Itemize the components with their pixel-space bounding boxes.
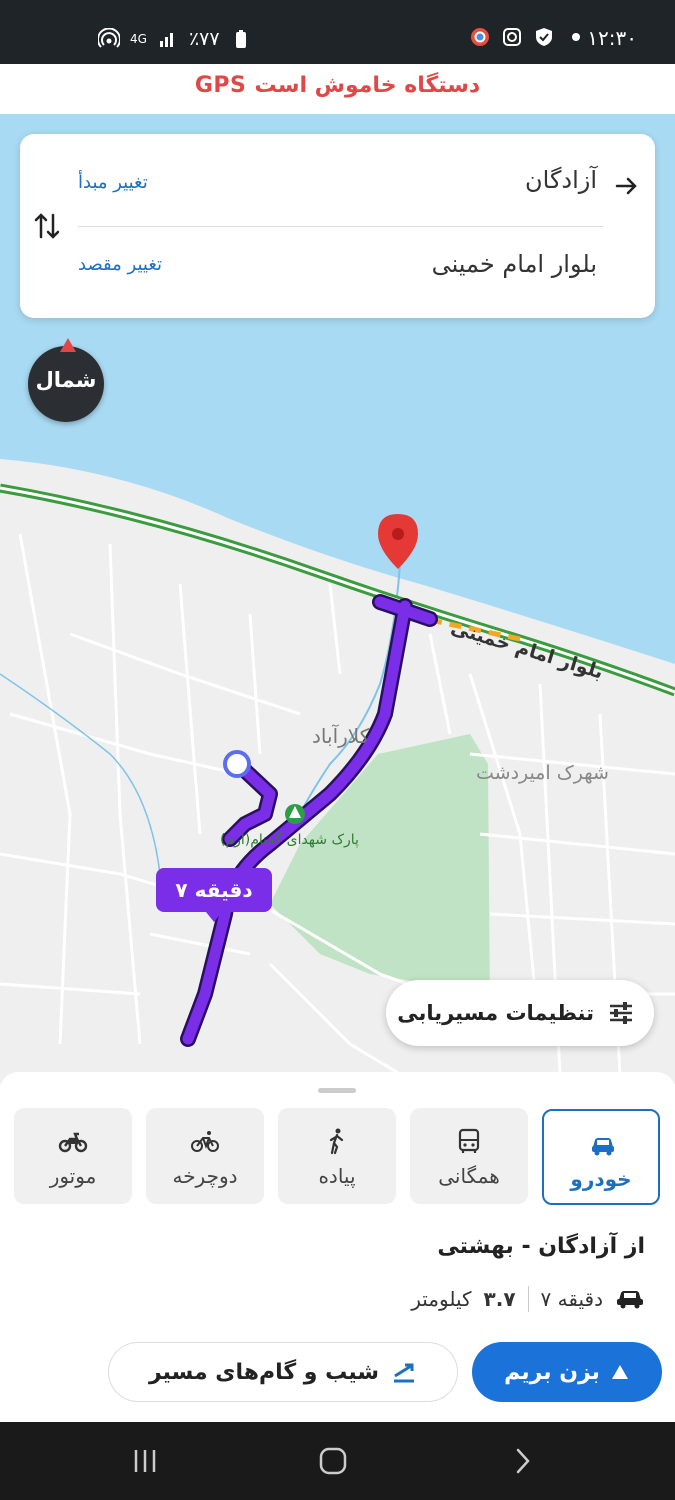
gps-off-text: GPS دستگاه خاموش است xyxy=(194,73,481,98)
status-system-icons: 4G ٪۷۷ xyxy=(98,28,252,50)
change-origin-link[interactable]: تغییر مبدأ xyxy=(78,172,148,193)
compass-label: شمال xyxy=(35,368,97,392)
stats-separator xyxy=(527,1286,529,1312)
mode-motor-label: موتور xyxy=(49,1164,97,1188)
bus-icon xyxy=(458,1128,480,1153)
bicycle-icon xyxy=(191,1131,219,1152)
mode-walk-button[interactable]: پیاده xyxy=(278,1108,396,1204)
start-navigation-button[interactable]: بزن بریم xyxy=(472,1342,662,1402)
network-type: 4G xyxy=(130,32,147,46)
mode-bike-label: دوچرخه xyxy=(172,1164,238,1188)
dot-icon xyxy=(572,33,580,41)
walk-icon xyxy=(329,1128,344,1155)
status-time: ۱۲:۳۰ xyxy=(587,26,637,50)
slope-icon xyxy=(394,1363,415,1383)
mode-motor-button[interactable]: موتور xyxy=(14,1108,132,1204)
mode-bike-button[interactable]: دوچرخه xyxy=(146,1108,264,1204)
park-label: پارک شهدای گمنام(ارم) xyxy=(220,832,359,848)
recent-apps-icon[interactable] xyxy=(128,1444,162,1478)
route-steps-label: شیب و گام‌های مسیر xyxy=(148,1359,380,1385)
status-bar: ۱۲:۳۰ 4G ٪۷۷ xyxy=(0,0,675,64)
navigation-arrow-icon xyxy=(611,1365,628,1379)
battery-percent: ٪۷۷ xyxy=(188,28,220,50)
distance-value: ۳.۷ xyxy=(483,1287,516,1311)
route-steps-button[interactable]: شیب و گام‌های مسیر xyxy=(108,1342,458,1402)
route-card: آزادگان تغییر مبدأ بلوار امام خمینی تغیی… xyxy=(20,134,655,318)
north-arrow-icon xyxy=(60,338,76,352)
bottom-sheet: خودرو همگانی پیاده دوچرخه موتور از آزادگ… xyxy=(0,1072,675,1422)
area-label-kelarabad: کلارآباد xyxy=(312,724,370,748)
instagram-icon xyxy=(503,28,521,46)
area-label-amirdasht: شهرک امیردشت xyxy=(476,762,609,784)
arrow-right-icon xyxy=(615,177,637,195)
mode-transit-label: همگانی xyxy=(438,1164,500,1188)
routing-settings-label: تنظیمات مسیریابی xyxy=(397,1001,594,1025)
tune-icon xyxy=(610,1002,632,1024)
origin-marker-icon[interactable] xyxy=(223,750,251,778)
route-title: از آزادگان - بهشتی xyxy=(437,1234,645,1259)
battery-icon xyxy=(235,30,246,48)
destination-text[interactable]: بلوار امام خمینی xyxy=(432,250,597,278)
duration-text: ۷ دقیقه xyxy=(540,1287,603,1311)
hotspot-icon xyxy=(98,28,120,48)
chrome-icon xyxy=(471,28,489,46)
home-icon[interactable] xyxy=(316,1444,350,1478)
compass-button[interactable]: شمال xyxy=(28,338,104,422)
start-navigation-label: بزن بریم xyxy=(504,1359,600,1385)
car-icon xyxy=(592,1138,614,1156)
eta-bubble: ۷ دقیقه xyxy=(156,868,272,922)
park-tree-icon xyxy=(285,804,305,824)
status-notification-icons xyxy=(469,26,587,48)
routing-settings-button[interactable]: تنظیمات مسیریابی xyxy=(386,980,654,1046)
change-destination-link[interactable]: تغییر مقصد xyxy=(78,254,162,275)
origin-text[interactable]: آزادگان xyxy=(525,166,597,194)
swap-icon[interactable] xyxy=(32,209,62,243)
mode-car-label: خودرو xyxy=(570,1167,632,1191)
back-icon[interactable] xyxy=(506,1444,540,1478)
mode-walk-label: پیاده xyxy=(318,1164,356,1188)
route-card-divider xyxy=(78,226,603,227)
sheet-drag-handle[interactable] xyxy=(318,1088,356,1093)
mode-transit-button[interactable]: همگانی xyxy=(410,1108,528,1204)
distance-unit: کیلومتر xyxy=(411,1287,472,1311)
car-small-icon xyxy=(617,1291,643,1309)
signal-icon xyxy=(159,33,173,47)
route-stats: کیلومتر ۳.۷ ۷ دقیقه xyxy=(411,1286,645,1312)
system-nav-bar xyxy=(0,1422,675,1500)
motorcycle-icon xyxy=(58,1132,88,1153)
gps-off-banner: GPS دستگاه خاموش است xyxy=(0,64,675,114)
shield-icon xyxy=(536,28,552,46)
mode-car-button[interactable]: خودرو xyxy=(542,1109,660,1205)
